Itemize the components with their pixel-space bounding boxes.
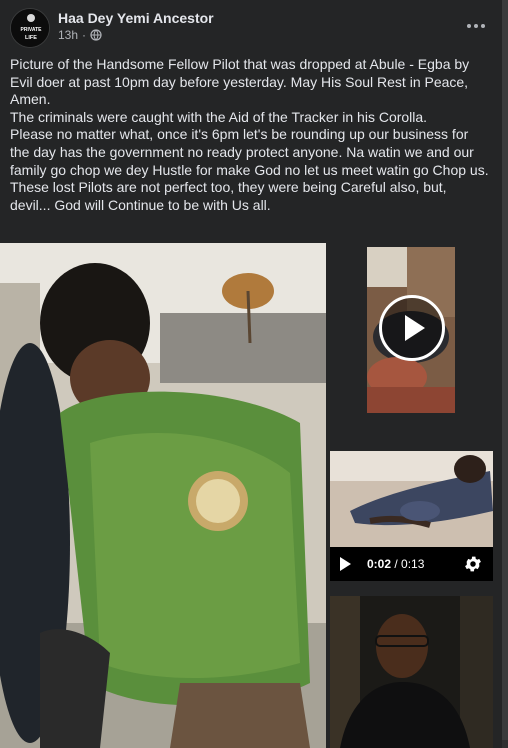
scrollbar-thumb[interactable] (502, 0, 508, 740)
post-paragraph: These lost Pilots are not perfect too, t… (10, 179, 447, 213)
video-play-icon[interactable] (340, 557, 351, 571)
post-header: PRIVATE LIFE Haa Dey Yemi Ancestor 13h · (10, 8, 494, 48)
svg-text:LIFE: LIFE (25, 35, 37, 41)
meta-separator: · (82, 28, 87, 42)
post-paragraph: Please no matter what, once it's 6pm let… (10, 126, 489, 178)
main-photo[interactable] (0, 243, 326, 748)
more-options-icon[interactable] (462, 12, 490, 40)
play-icon[interactable] (379, 295, 445, 361)
video-player[interactable]: 0:02 / 0:13 (330, 451, 493, 581)
video-controls: 0:02 / 0:13 (330, 547, 493, 581)
author-name[interactable]: Haa Dey Yemi Ancestor (58, 10, 214, 26)
portrait-photo[interactable] (330, 596, 493, 748)
video-time-current: 0:02 (367, 557, 392, 571)
main-photo-image (0, 243, 326, 748)
scrollbar[interactable] (502, 0, 508, 748)
post-media-grid: 0:02 / 0:13 (0, 243, 508, 748)
post-paragraph: The criminals were caught with the Aid o… (10, 108, 428, 125)
portrait-photo-image (330, 596, 493, 748)
gear-icon[interactable] (463, 554, 483, 574)
post-paragraph: Picture of the Handsome Fellow Pilot tha… (10, 56, 470, 108)
globe-icon[interactable] (90, 29, 102, 41)
svg-text:PRIVATE: PRIVATE (21, 27, 43, 33)
post-text: Picture of the Handsome Fellow Pilot tha… (10, 56, 490, 214)
video-time-separator: / (391, 557, 402, 571)
video-time-total: 0:13 (401, 557, 425, 571)
avatar-logo: PRIVATE LIFE (11, 9, 49, 47)
post-meta: 13h · (58, 28, 102, 42)
video-time: 0:02 / 0:13 (367, 557, 424, 571)
post-time[interactable]: 13h (58, 28, 78, 42)
avatar[interactable]: PRIVATE LIFE (10, 8, 50, 48)
video-frame-image (330, 451, 493, 547)
video-thumbnail[interactable] (367, 247, 455, 413)
post-card: PRIVATE LIFE Haa Dey Yemi Ancestor 13h ·… (0, 0, 508, 748)
